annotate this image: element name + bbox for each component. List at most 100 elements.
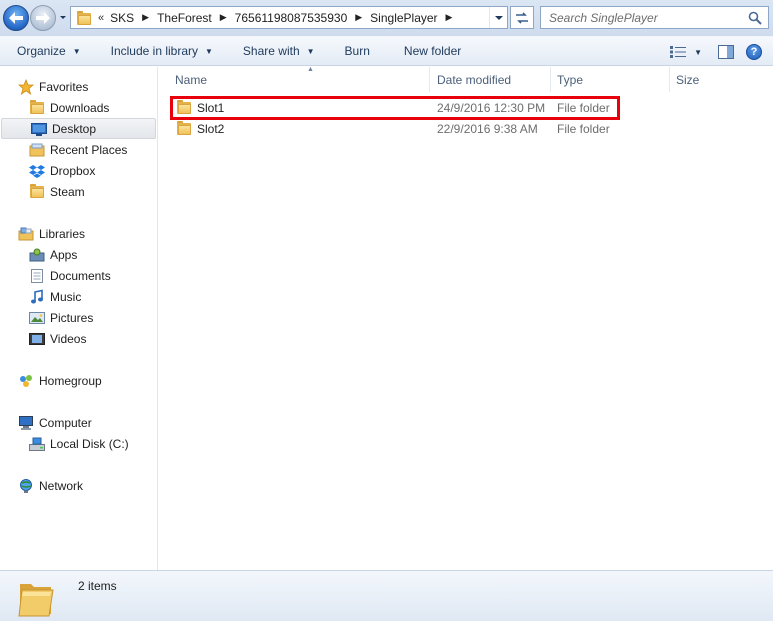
computer-icon (19, 415, 33, 430)
breadcrumb-steamid[interactable]: 76561198087535930 (235, 11, 348, 25)
view-options-dropdown[interactable]: ▼ (694, 48, 702, 57)
network-icon (20, 478, 32, 493)
file-date-modified: 22/9/2016 9:38 AM (437, 121, 538, 136)
sidebar-homegroup-label: Homegroup (39, 373, 102, 388)
breadcrumb-theforest[interactable]: TheForest (157, 11, 212, 25)
share-with-label: Share with (242, 44, 300, 58)
chevron-down-icon: ▼ (72, 46, 81, 56)
documents-icon (31, 268, 43, 283)
search-box[interactable] (540, 6, 769, 29)
navigation-pane: Favorites Downloads Desktop Recent Place… (0, 67, 158, 570)
sidebar-item-recent-places[interactable]: Recent Places (0, 139, 156, 160)
breadcrumb-separator-icon[interactable]: ▶ (142, 12, 149, 23)
back-arrow-icon (9, 12, 23, 24)
file-name: Slot2 (197, 121, 225, 136)
breadcrumb-separator-icon[interactable]: ▶ (220, 12, 227, 23)
column-headers: ▲ Name Date modified Type Size (159, 66, 773, 92)
sidebar-item-label: Desktop (52, 121, 97, 136)
sidebar-computer-label: Computer (39, 415, 92, 430)
file-name: Slot1 (197, 100, 225, 115)
help-icon: ? (746, 44, 762, 60)
refresh-icon (516, 11, 528, 24)
chevron-down-icon (60, 16, 66, 19)
help-button[interactable]: ? (743, 41, 765, 63)
folder-icon (76, 10, 92, 25)
back-button[interactable] (3, 5, 29, 31)
sidebar-item-pictures[interactable]: Pictures (0, 307, 156, 328)
local-disk-icon (29, 437, 45, 451)
new-folder-label: New folder (403, 44, 462, 58)
view-list-icon (670, 46, 687, 58)
address-box[interactable]: « SKS ▶ TheForest ▶ 76561198087535930 ▶ … (70, 6, 508, 29)
sidebar-item-documents[interactable]: Documents (0, 265, 156, 286)
sidebar-item-label: Documents (50, 268, 111, 283)
videos-icon (29, 332, 45, 345)
address-history-dropdown[interactable] (489, 7, 507, 28)
file-date-modified: 24/9/2016 12:30 PM (437, 100, 546, 115)
pictures-icon (29, 311, 45, 324)
sidebar-item-desktop[interactable]: Desktop (1, 118, 156, 139)
folder-icon (29, 183, 45, 200)
change-view-button[interactable] (667, 41, 689, 63)
sidebar-item-label: Pictures (50, 310, 94, 325)
column-header-date-modified[interactable]: Date modified (431, 67, 551, 92)
sidebar-item-label: Local Disk (C:) (50, 436, 129, 451)
share-with-menu[interactable]: Share with ▼ (235, 40, 323, 62)
breadcrumb-overflow[interactable]: « (98, 12, 104, 24)
search-icon[interactable] (748, 11, 762, 25)
sidebar-network[interactable]: Network (0, 475, 156, 496)
command-bar: Organize ▼ Include in library ▼ Share wi… (0, 36, 773, 66)
folder-icon (176, 121, 192, 136)
sidebar-item-label: Downloads (50, 100, 110, 115)
organize-menu[interactable]: Organize ▼ (9, 40, 89, 62)
sidebar-item-local-disk[interactable]: Local Disk (C:) (0, 433, 156, 454)
sidebar-item-downloads[interactable]: Downloads (0, 97, 156, 118)
breadcrumb-separator-icon[interactable]: ▶ (446, 12, 453, 23)
sidebar-homegroup[interactable]: Homegroup (0, 370, 156, 391)
column-header-size[interactable]: Size (670, 67, 773, 92)
dropbox-icon (29, 164, 45, 178)
breadcrumb-singleplayer[interactable]: SinglePlayer (370, 11, 437, 25)
forward-arrow-icon (36, 12, 50, 24)
file-type: File folder (557, 121, 610, 136)
preview-pane-icon (718, 45, 734, 59)
file-row-slot2[interactable]: Slot2 22/9/2016 9:38 AM File folder (169, 118, 621, 139)
address-bar-row: « SKS ▶ TheForest ▶ 76561198087535930 ▶ … (0, 0, 773, 36)
sidebar-item-dropbox[interactable]: Dropbox (0, 160, 156, 181)
apps-icon (29, 248, 45, 261)
preview-pane-button[interactable] (715, 41, 737, 63)
sidebar-item-videos[interactable]: Videos (0, 328, 156, 349)
sidebar-libraries[interactable]: Libraries (0, 223, 156, 244)
column-header-date-label: Date modified (437, 72, 512, 87)
sidebar-item-music[interactable]: Music (0, 286, 156, 307)
breadcrumb-sks[interactable]: SKS (110, 11, 134, 25)
folder-icon (18, 584, 54, 617)
column-header-type-label: Type (557, 72, 584, 87)
sidebar-computer[interactable]: Computer (0, 412, 156, 433)
breadcrumb-separator-icon[interactable]: ▶ (355, 12, 362, 23)
sidebar-item-steam[interactable]: Steam (0, 181, 156, 202)
column-header-name[interactable]: ▲ Name (169, 66, 430, 92)
column-header-type[interactable]: Type (551, 67, 670, 92)
organize-label: Organize (17, 44, 66, 58)
sidebar-item-apps[interactable]: Apps (0, 244, 156, 265)
details-pane: 2 items (0, 570, 773, 621)
sidebar-favorites[interactable]: Favorites (0, 76, 156, 97)
sidebar-favorites-label: Favorites (39, 79, 89, 94)
search-input[interactable] (549, 10, 739, 25)
desktop-icon (31, 122, 47, 136)
burn-button[interactable]: Burn (337, 40, 378, 62)
new-folder-button[interactable]: New folder (396, 40, 469, 62)
sort-ascending-icon: ▲ (307, 66, 314, 73)
include-in-library-menu[interactable]: Include in library ▼ (103, 40, 221, 62)
file-row-slot1[interactable]: Slot1 24/9/2016 12:30 PM File folder (169, 97, 621, 118)
column-header-size-label: Size (676, 72, 700, 87)
sidebar-item-label: Music (50, 289, 82, 304)
sidebar-item-label: Dropbox (50, 163, 96, 178)
file-list-pane: ▲ Name Date modified Type Size Slot1 24/… (159, 66, 773, 570)
recent-pages-dropdown[interactable] (58, 11, 68, 23)
folder-icon (176, 100, 192, 115)
refresh-button[interactable] (510, 6, 534, 29)
file-type: File folder (557, 100, 610, 115)
forward-button[interactable] (30, 5, 56, 31)
